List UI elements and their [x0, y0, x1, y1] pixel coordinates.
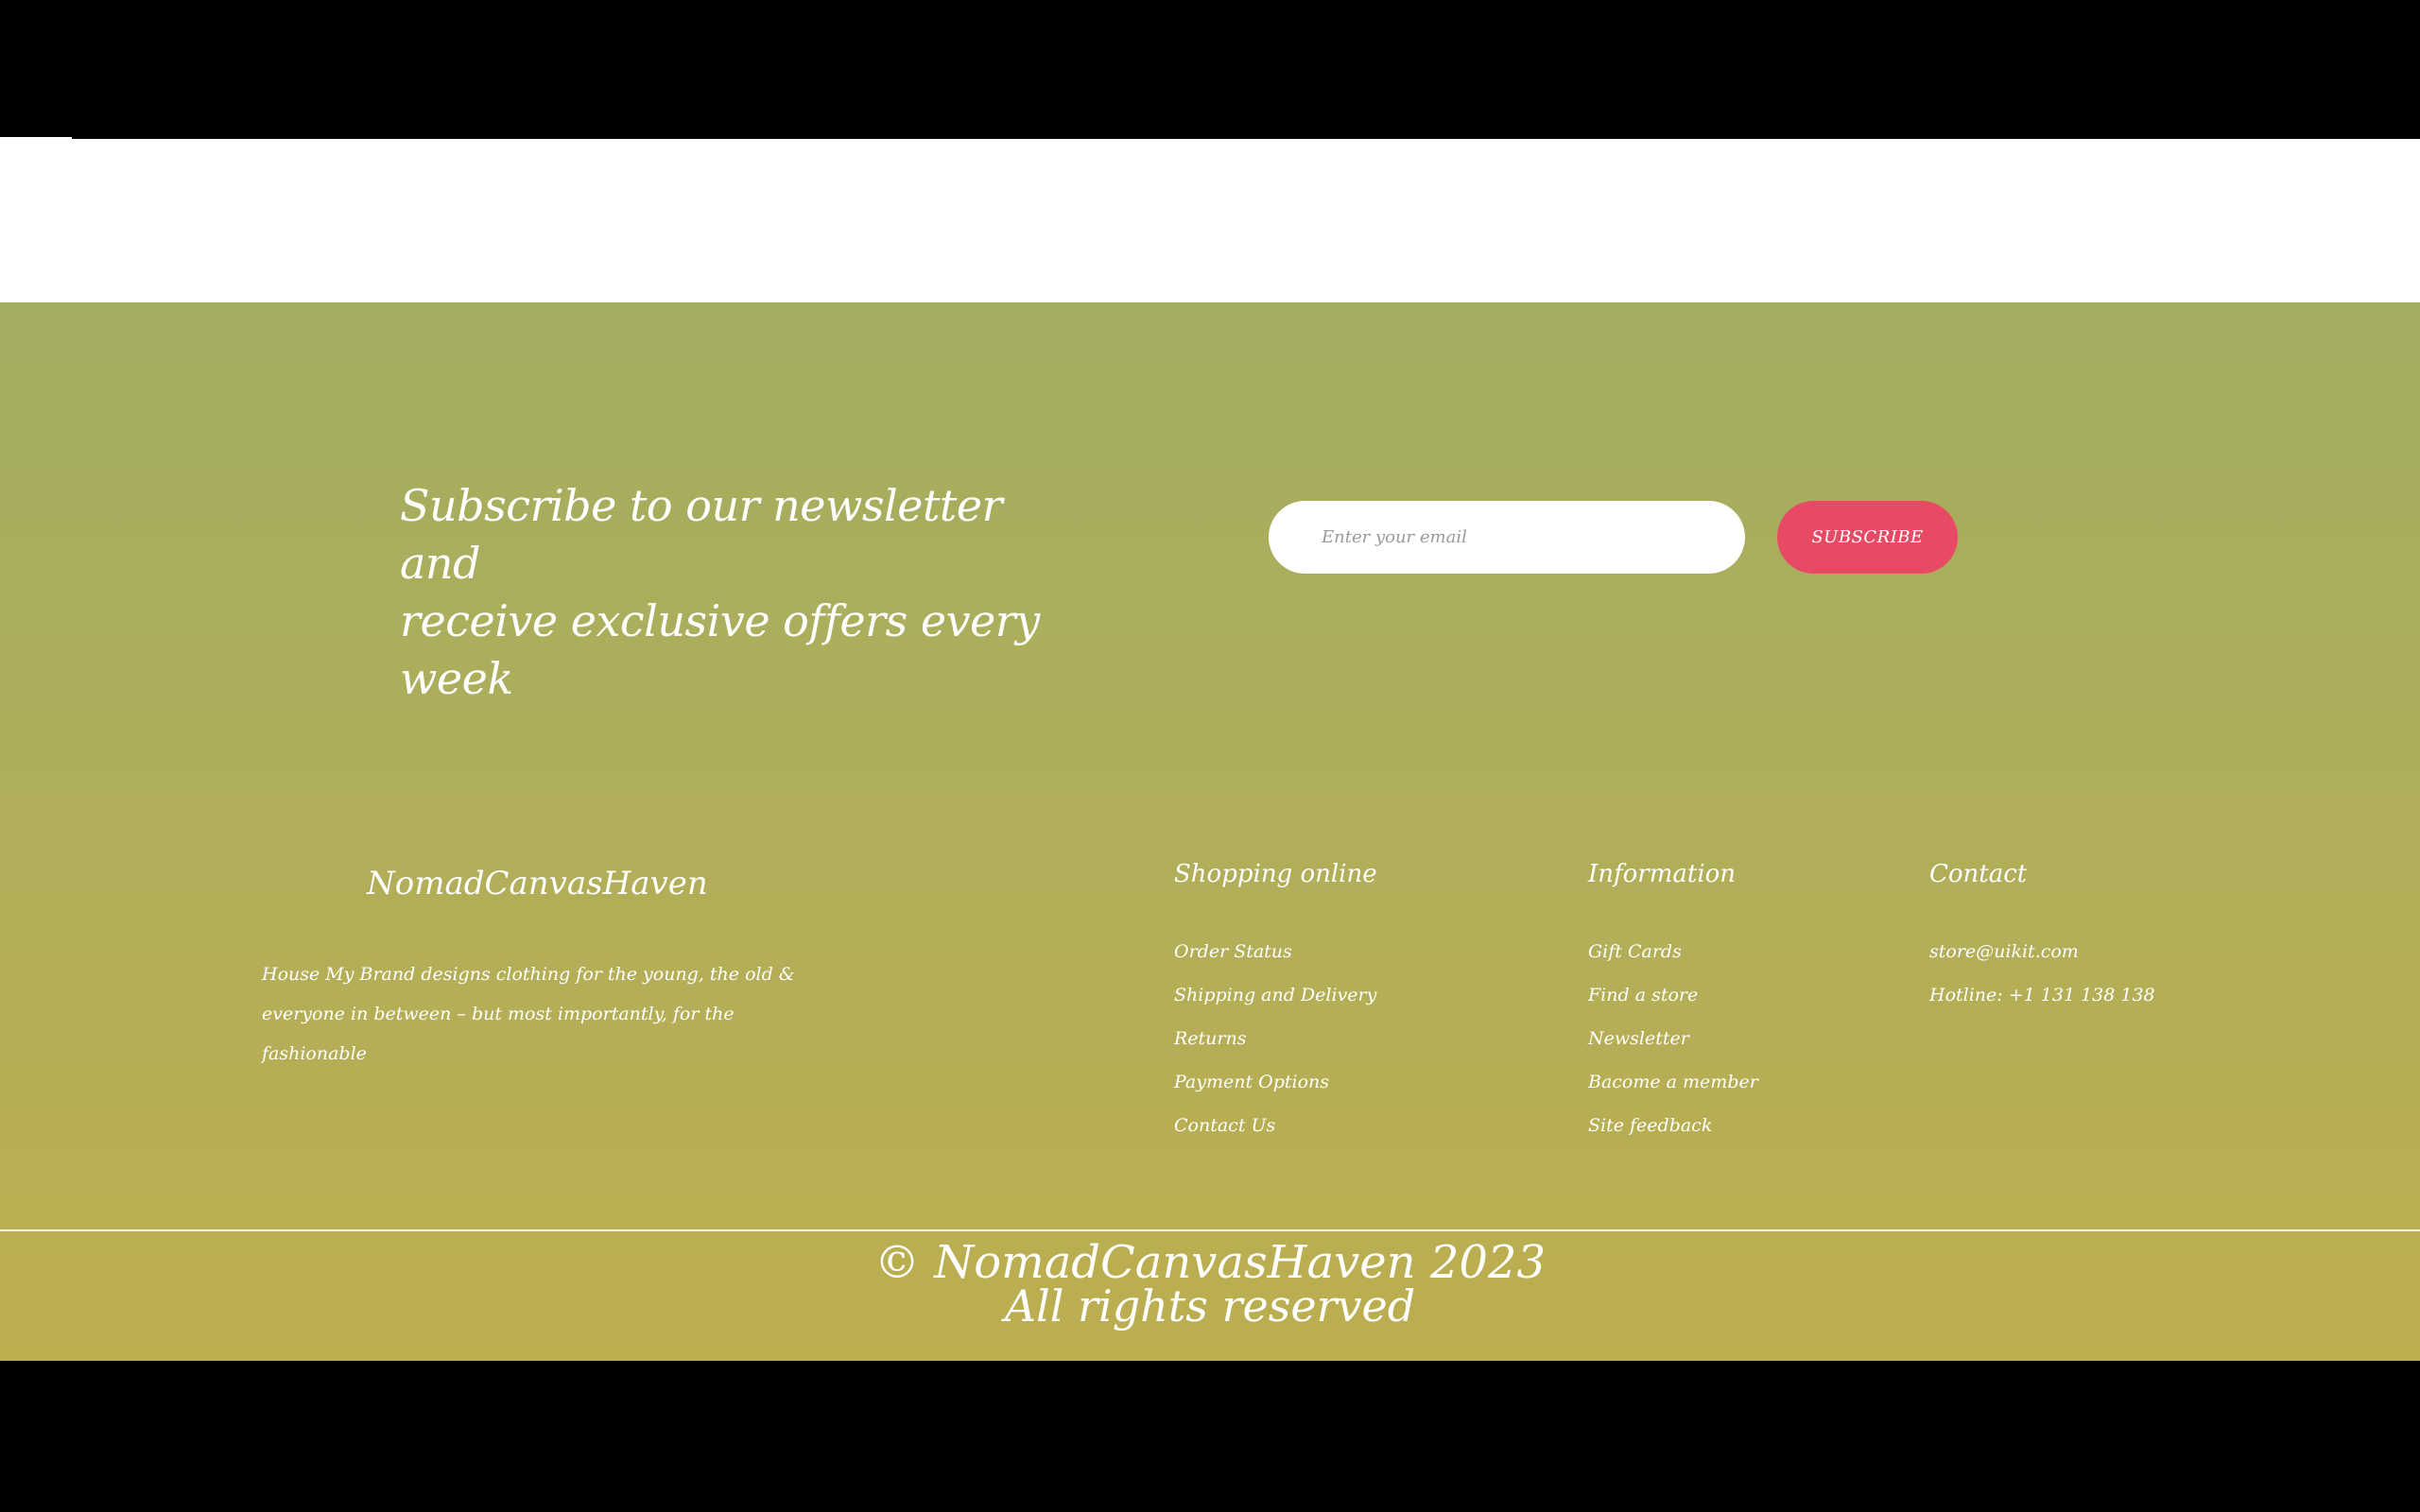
contact-email-link[interactable]: store@uikit.com [1929, 941, 2079, 962]
link-find-store[interactable]: Find a store [1588, 985, 1698, 1005]
subscribe-button[interactable]: SUBSCRIBE [1777, 501, 1958, 574]
rights-reserved-line: All rights reserved [1004, 1280, 1416, 1332]
link-newsletter[interactable]: Newsletter [1588, 1028, 1689, 1049]
link-site-feedback[interactable]: Site feedback [1588, 1115, 1712, 1136]
brand-description-line2: everyone in between – but most important… [262, 1004, 735, 1064]
contact-hotline[interactable]: Hotline: +1 131 138 138 [1929, 985, 2155, 1005]
link-returns[interactable]: Returns [1174, 1028, 1247, 1049]
brand-logo[interactable]: NomadCanvasHaven [367, 865, 708, 902]
contact-column: Contact store@uikit.com Hotline: +1 131 … [1929, 860, 2155, 1024]
newsletter-heading-line2: receive exclusive offers every week [400, 595, 1040, 704]
newsletter-heading: Subscribe to our newsletter and receive … [400, 477, 1080, 708]
contact-title: Contact [1929, 860, 2028, 888]
link-become-member[interactable]: Bacome a member [1588, 1072, 1758, 1092]
link-order-status[interactable]: Order Status [1174, 941, 1292, 962]
copyright: © NomadCanvasHaven 2023 All rights reser… [0, 1238, 2420, 1332]
footer-divider [0, 1229, 2420, 1231]
shopping-online-column: Shopping online Order Status Shipping an… [1174, 860, 1377, 1155]
information-column: Information Gift Cards Find a store News… [1588, 860, 1758, 1155]
brand-description: House My Brand designs clothing for the … [262, 954, 829, 1074]
site-footer: Subscribe to our newsletter and receive … [0, 302, 2420, 1361]
link-contact-us[interactable]: Contact Us [1174, 1115, 1275, 1136]
top-black-area [0, 0, 2420, 139]
email-input[interactable] [1269, 501, 1745, 574]
link-gift-cards[interactable]: Gift Cards [1588, 941, 1682, 962]
link-payment-options[interactable]: Payment Options [1174, 1072, 1329, 1092]
link-shipping-delivery[interactable]: Shipping and Delivery [1174, 985, 1376, 1005]
blank-content-area [0, 139, 2420, 302]
information-title: Information [1588, 860, 1737, 888]
brand-description-line1: House My Brand designs clothing for the … [262, 964, 795, 985]
bottom-black-area [0, 1361, 2420, 1512]
newsletter-heading-line1: Subscribe to our newsletter and [400, 480, 1003, 589]
shopping-online-title: Shopping online [1174, 860, 1377, 888]
